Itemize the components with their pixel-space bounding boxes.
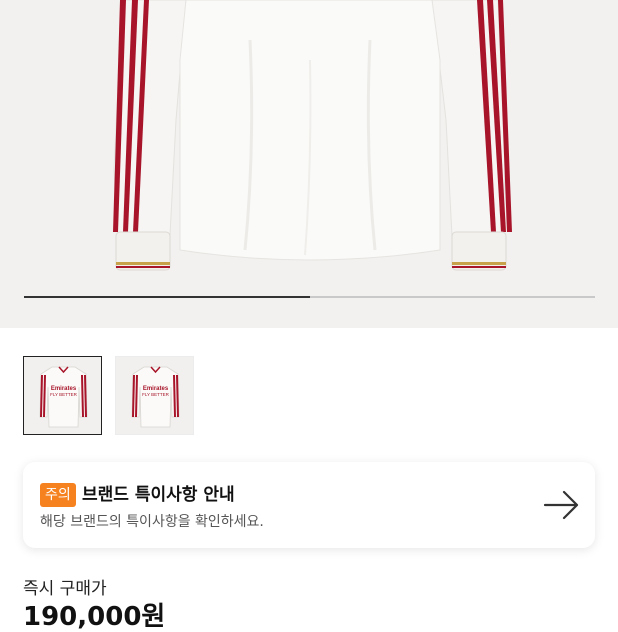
gallery-progress-fill <box>24 296 310 298</box>
instant-buy-price-value: 190,000원 <box>23 602 166 632</box>
brand-notice-card[interactable]: 주의 브랜드 특이사항 안내 해당 브랜드의 특이사항을 확인하세요. <box>23 462 595 548</box>
arrow-right-icon[interactable] <box>543 490 581 520</box>
thumbnail-strip: Emirates FLY BETTER Emirates FLY BETTER <box>0 356 618 437</box>
svg-text:FLY BETTER: FLY BETTER <box>50 392 78 397</box>
notice-description: 해당 브랜드의 특이사항을 확인하세요. <box>40 514 264 530</box>
product-image[interactable] <box>0 0 618 328</box>
thumbnail-2[interactable]: Emirates FLY BETTER <box>115 356 194 435</box>
notice-title: 브랜드 특이사항 안내 <box>82 485 235 505</box>
svg-text:FLY BETTER: FLY BETTER <box>142 392 170 397</box>
thumbnail-1[interactable]: Emirates FLY BETTER <box>23 356 102 435</box>
jersey-thumbnail-image: Emirates FLY BETTER <box>131 366 180 428</box>
jersey-thumbnail-image: Emirates FLY BETTER <box>39 366 88 428</box>
gallery-progress-track <box>24 296 595 298</box>
warning-badge: 주의 <box>40 483 76 507</box>
instant-buy-price-label: 즉시 구매가 <box>23 579 107 599</box>
jersey-illustration <box>113 0 512 271</box>
